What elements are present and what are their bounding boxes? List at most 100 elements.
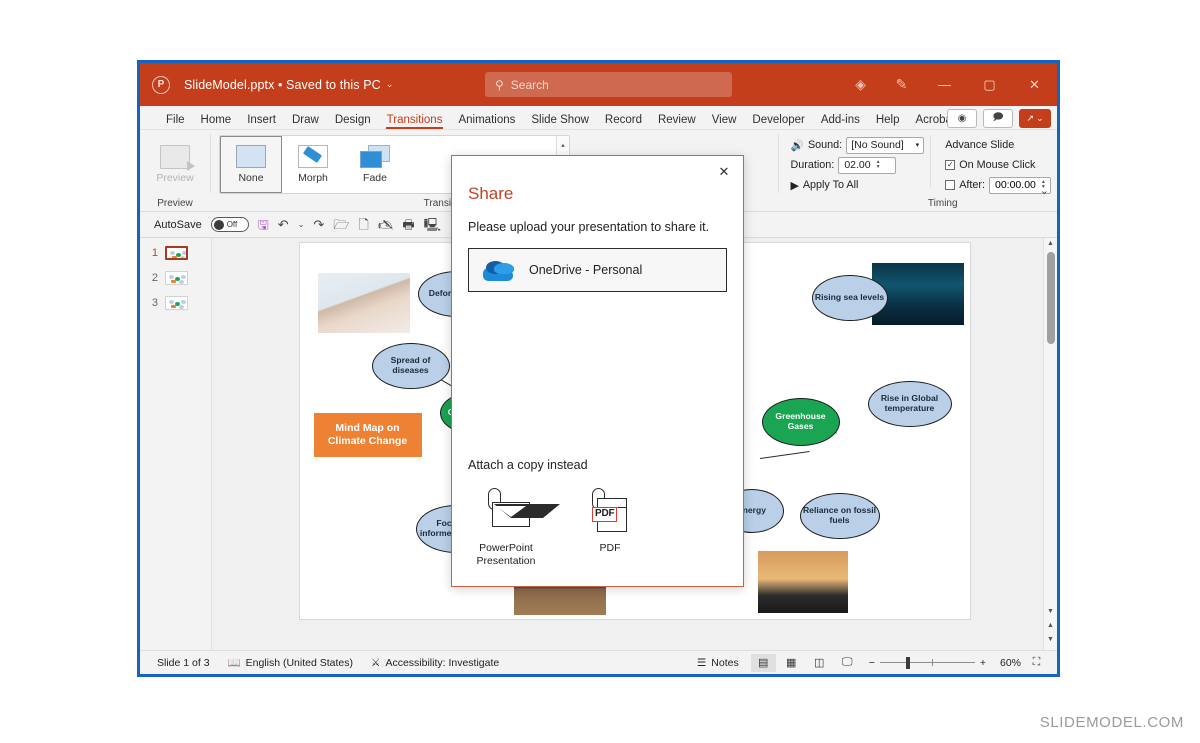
tab-developer[interactable]: Developer bbox=[744, 115, 812, 130]
apply-to-all-label: Apply To All bbox=[803, 179, 859, 191]
accessibility-status[interactable]: ⚔ Accessibility: Investigate bbox=[362, 657, 508, 669]
sound-value: [No Sound] bbox=[851, 139, 904, 151]
notes-button[interactable]: ☰ Notes bbox=[688, 657, 748, 669]
slide-thumbnail-pane: 1 2 3 bbox=[140, 238, 212, 650]
slide-sorter-view-button[interactable]: ▦ bbox=[779, 654, 804, 672]
slide-vertical-scrollbar[interactable]: ▲ ▼ ▲ ▼ bbox=[1043, 238, 1057, 650]
close-button[interactable]: ✕ bbox=[1012, 63, 1057, 106]
slide-counter[interactable]: Slide 1 of 3 bbox=[148, 657, 219, 669]
on-mouse-click-checkbox[interactable]: ✓ bbox=[945, 160, 955, 170]
ribbon-collapse-icon[interactable]: ⌄ bbox=[1040, 184, 1049, 197]
diamond-icon[interactable]: ◈ bbox=[840, 63, 881, 106]
zoom-slider[interactable]: − + bbox=[863, 657, 992, 669]
comments-button[interactable]: 🗩 bbox=[983, 109, 1013, 128]
tab-design[interactable]: Design bbox=[327, 115, 379, 130]
sound-select[interactable]: [No Sound] ▾ bbox=[846, 137, 924, 154]
transition-none-icon bbox=[236, 145, 266, 168]
node-reliance-on-fossil-fuels[interactable]: Reliance on fossil fuels bbox=[800, 493, 880, 539]
tab-home[interactable]: Home bbox=[193, 115, 240, 130]
print-preview-icon[interactable]: 🖶 bbox=[402, 218, 414, 231]
title-chevron-down-icon[interactable]: ⌄ bbox=[386, 79, 394, 90]
slide-thumbnail-3[interactable] bbox=[165, 296, 188, 310]
minimize-button[interactable]: — bbox=[922, 63, 967, 106]
sound-chevron-down-icon: ▾ bbox=[916, 141, 920, 149]
pen-icon[interactable]: ✎ bbox=[881, 63, 922, 106]
autosave-toggle[interactable]: Off bbox=[211, 217, 249, 232]
language-status[interactable]: 📖 English (United States) bbox=[219, 656, 362, 669]
scroll-up-icon[interactable]: ▲ bbox=[1047, 238, 1054, 250]
dialog-close-icon[interactable]: ✕ bbox=[713, 162, 735, 182]
after-row[interactable]: After: 00:00.00 ▲▼ bbox=[945, 175, 1051, 195]
node-rising-sea-levels[interactable]: Rising sea levels bbox=[812, 275, 888, 321]
save-icon[interactable]: 🖫 bbox=[258, 218, 269, 231]
slide-title-box[interactable]: Mind Map on Climate Change bbox=[314, 413, 422, 457]
open-icon[interactable]: 🗁 bbox=[333, 218, 349, 231]
transition-none[interactable]: None bbox=[220, 136, 282, 193]
tab-file[interactable]: File bbox=[158, 115, 193, 130]
zoom-thumb[interactable] bbox=[906, 657, 910, 669]
record-button[interactable]: ◉ bbox=[947, 109, 977, 128]
transition-morph[interactable]: Morph bbox=[282, 136, 344, 193]
apply-to-all-row[interactable]: ▶ Apply To All bbox=[791, 175, 925, 195]
zoom-track[interactable] bbox=[880, 662, 975, 664]
tab-add-ins[interactable]: Add-ins bbox=[813, 115, 868, 130]
attach-pdf-option[interactable]: PDF PDF bbox=[572, 488, 648, 568]
thumbnail-number: 2 bbox=[150, 272, 158, 284]
tab-animations[interactable]: Animations bbox=[450, 115, 523, 130]
duration-spin-arrows-icon[interactable]: ▲▼ bbox=[876, 160, 884, 171]
reading-view-button[interactable]: ◫ bbox=[807, 654, 832, 672]
list-item[interactable]: 3 bbox=[140, 296, 211, 310]
zoom-out-button[interactable]: − bbox=[869, 657, 875, 669]
duration-stepper[interactable]: 02.00 ▲▼ bbox=[838, 157, 896, 174]
redo-icon[interactable]: ↷ bbox=[313, 218, 324, 231]
zoom-in-button[interactable]: + bbox=[980, 657, 986, 669]
zoom-level[interactable]: 60% bbox=[995, 657, 1021, 669]
scroll-thumb[interactable] bbox=[1047, 252, 1055, 344]
connector bbox=[759, 451, 809, 459]
status-bar: Slide 1 of 3 📖 English (United States) ⚔… bbox=[140, 650, 1057, 674]
on-mouse-click-row[interactable]: ✓ On Mouse Click bbox=[945, 155, 1051, 175]
tab-view[interactable]: View bbox=[704, 115, 745, 130]
list-item[interactable]: 2 bbox=[140, 271, 211, 285]
slideshow-view-button[interactable]: 🖵 bbox=[835, 654, 860, 672]
preview-button[interactable]: Preview bbox=[146, 145, 204, 184]
node-rise-in-global-temperature[interactable]: Rise in Global temperature bbox=[868, 381, 952, 427]
attach-powerpoint-option[interactable]: PowerPoint Presentation bbox=[468, 488, 544, 568]
ribbon-group-preview: Preview Preview bbox=[140, 130, 210, 211]
tab-transitions[interactable]: Transitions bbox=[379, 115, 451, 130]
previous-slide-icon[interactable]: ▲ bbox=[1047, 620, 1054, 632]
advance-slide-heading-row: Advance Slide bbox=[945, 135, 1051, 155]
node-greenhouse-gases[interactable]: Greenhouse Gases bbox=[762, 398, 840, 446]
start-slideshow-icon[interactable]: 🖳 bbox=[424, 218, 441, 231]
tab-record[interactable]: Record bbox=[597, 115, 650, 130]
start-ink-icon[interactable]: 🖎 bbox=[378, 218, 394, 231]
list-item[interactable]: 1 bbox=[140, 246, 211, 260]
search-input[interactable]: ⚲ Search bbox=[485, 72, 732, 97]
share-button[interactable]: ↗ ⌄ bbox=[1019, 109, 1051, 128]
after-label: After: bbox=[959, 179, 985, 191]
tab-draw[interactable]: Draw bbox=[284, 115, 327, 130]
after-checkbox[interactable] bbox=[945, 180, 955, 190]
maximize-button[interactable]: ▢ bbox=[967, 63, 1012, 106]
tab-insert[interactable]: Insert bbox=[239, 115, 284, 130]
dialog-subtitle: Please upload your presentation to share… bbox=[452, 204, 743, 234]
gallery-scroll-up-icon[interactable]: ▲ bbox=[557, 136, 569, 155]
scroll-track[interactable] bbox=[1044, 250, 1057, 606]
scroll-down-icon[interactable]: ▼ bbox=[1047, 606, 1054, 618]
undo-dropdown-icon[interactable]: ⌄ bbox=[298, 221, 305, 229]
normal-view-button[interactable]: ▤ bbox=[751, 654, 776, 672]
slide-thumbnail-2[interactable] bbox=[165, 271, 188, 285]
tab-slide-show[interactable]: Slide Show bbox=[523, 115, 597, 130]
transition-fade[interactable]: Fade bbox=[344, 136, 406, 193]
tab-help[interactable]: Help bbox=[868, 115, 908, 130]
fit-slide-icon[interactable]: ⛶ bbox=[1024, 654, 1049, 672]
undo-icon[interactable]: ↶ bbox=[278, 218, 289, 231]
title-bar: P SlideModel.pptx • Saved to this PC ⌄ ⚲… bbox=[140, 63, 1057, 106]
next-slide-icon[interactable]: ▼ bbox=[1047, 634, 1054, 646]
new-file-icon[interactable]: 🗋 bbox=[358, 218, 368, 231]
slide-thumbnail-1[interactable] bbox=[165, 246, 188, 260]
onedrive-option[interactable]: OneDrive - Personal bbox=[468, 248, 727, 292]
transition-morph-icon bbox=[298, 145, 328, 168]
tab-review[interactable]: Review bbox=[650, 115, 704, 130]
node-spread-of-diseases[interactable]: Spread of diseases bbox=[372, 343, 450, 389]
